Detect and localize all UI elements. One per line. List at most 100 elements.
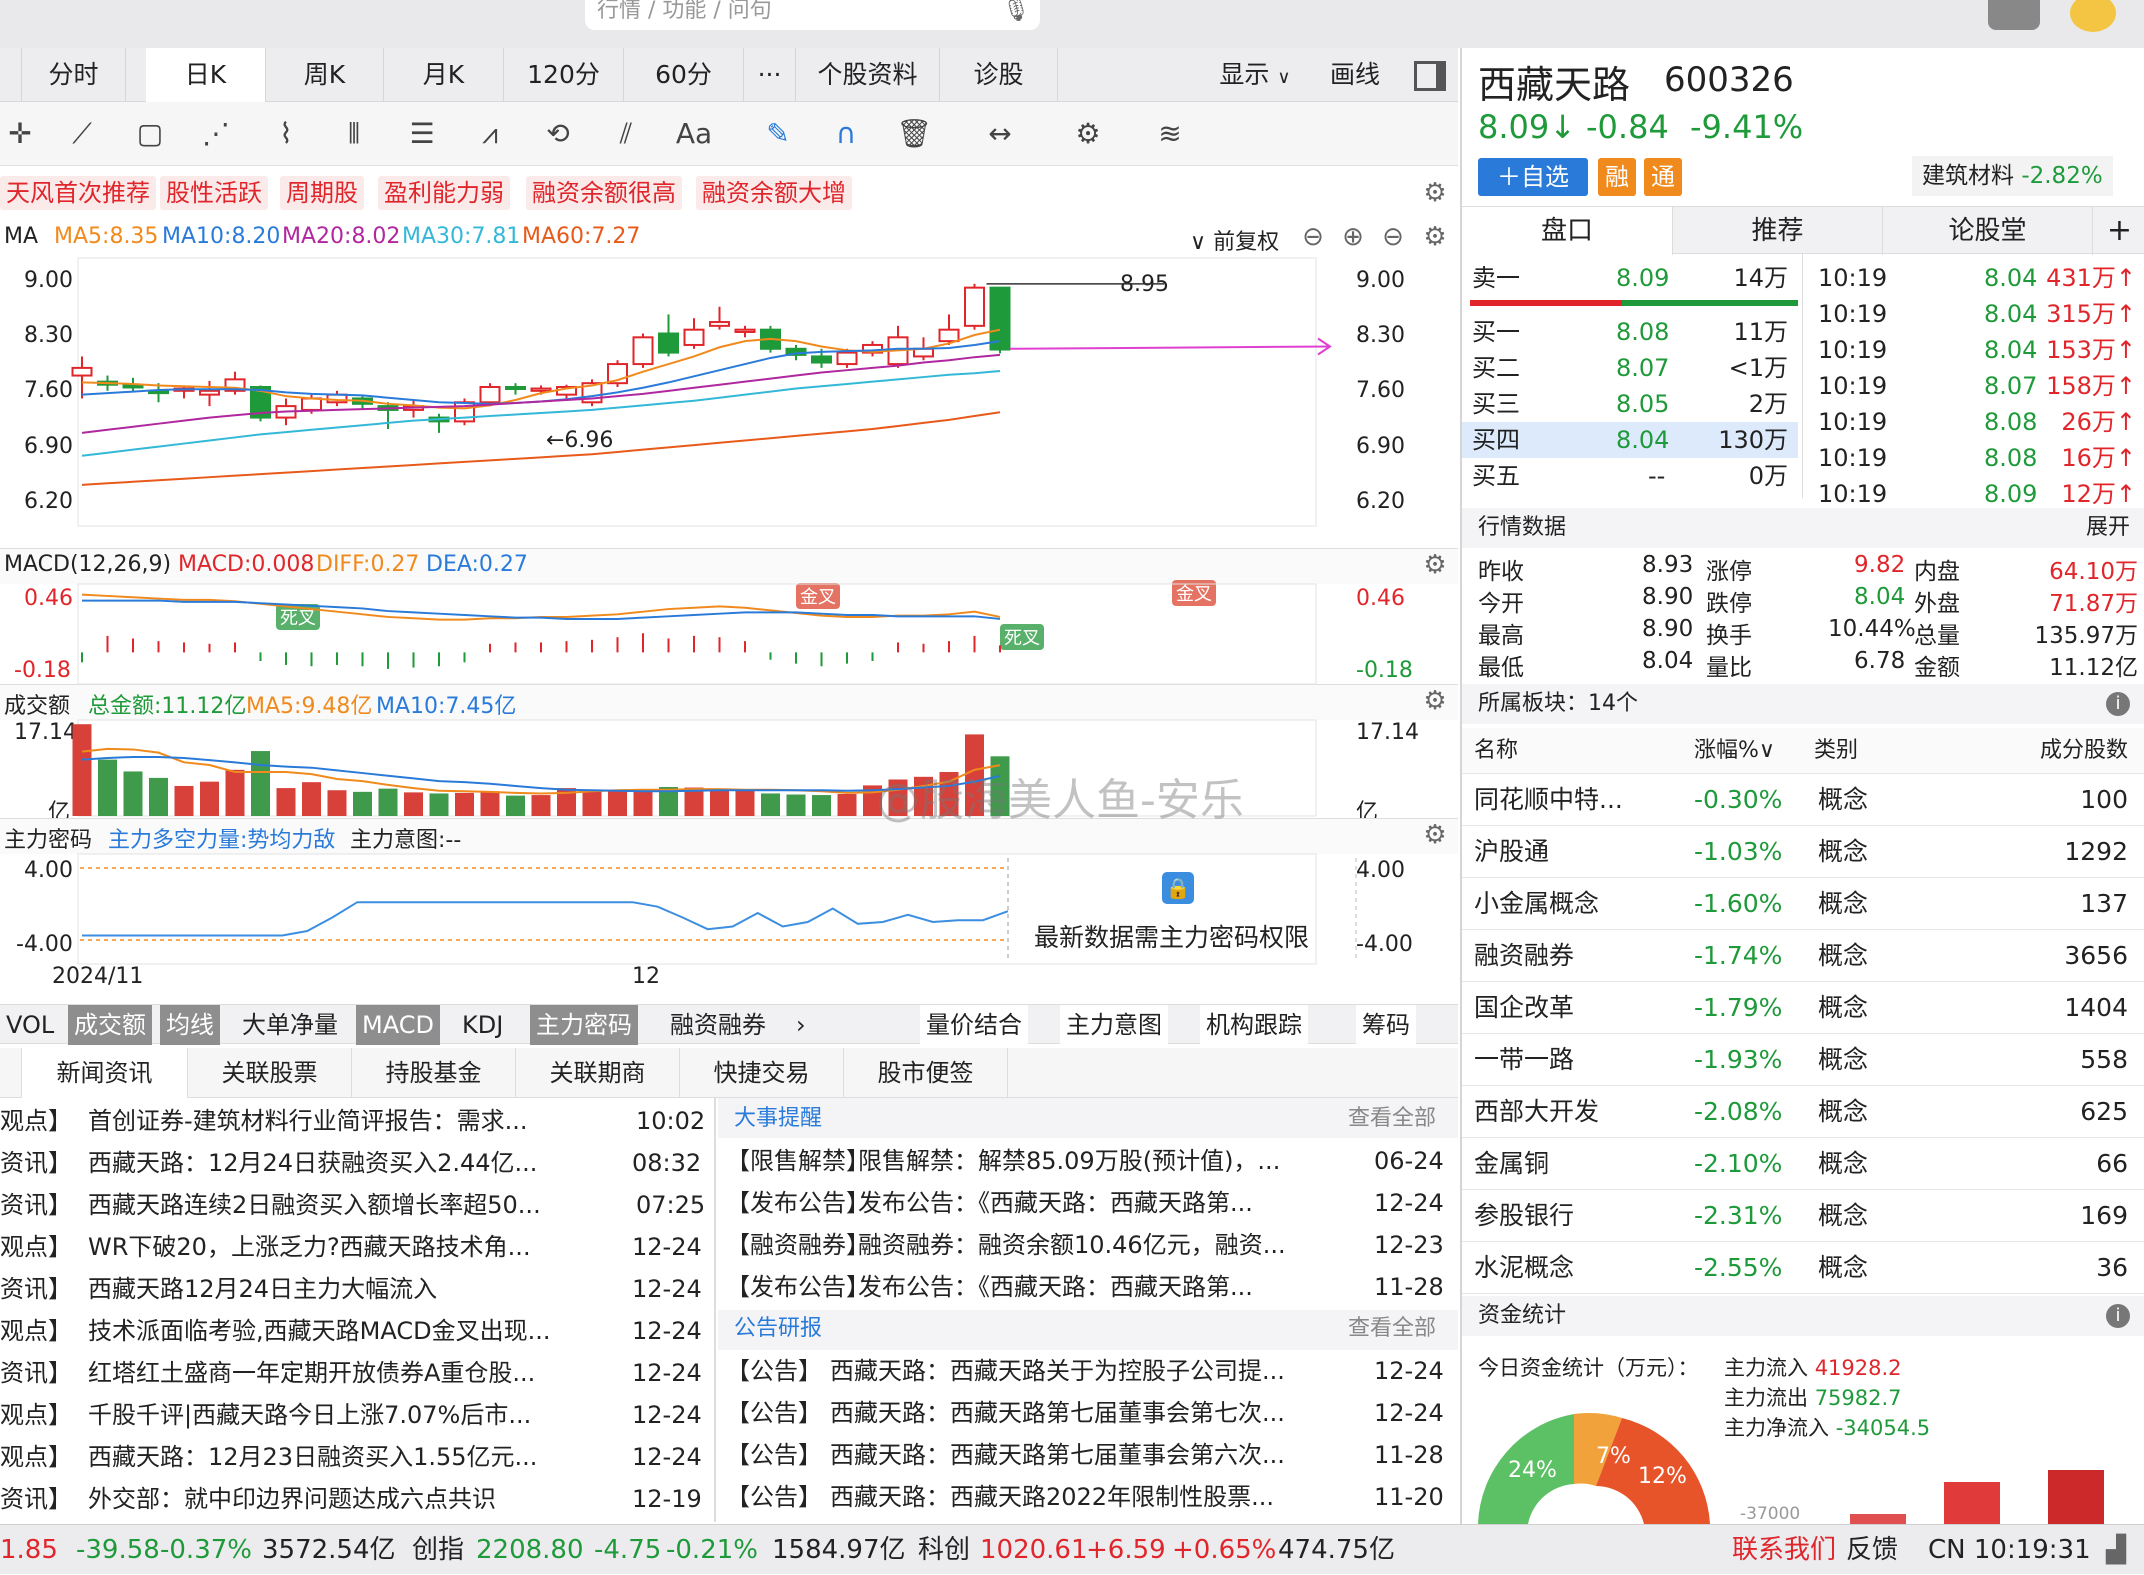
order-label: 买二 [1472, 354, 1520, 382]
tab-big-order[interactable]: 大单净量 [236, 1005, 344, 1045]
tab-macd[interactable]: MACD [356, 1005, 440, 1045]
tab-chips[interactable]: 筹码 [1356, 1005, 1416, 1045]
news-row[interactable]: 资讯】 西藏天路：12月24日获融资买入2.44亿... 08:32 [0, 1142, 712, 1184]
tab-institution[interactable]: 机构跟踪 [1200, 1005, 1308, 1045]
news-row[interactable]: 资讯】 西藏天路12月24日主力大幅流入 12-24 [0, 1268, 712, 1310]
chevron-right-icon[interactable]: › [790, 1005, 812, 1045]
plate-row[interactable]: 沪股通 -1.03% 概念 1292 [1462, 826, 2144, 878]
tab-intent[interactable]: 主力意图 [1060, 1005, 1168, 1045]
news-row[interactable]: 观点】 技术派面临考验,西藏天路MACD金叉出现... 12-24 [0, 1310, 712, 1352]
order-price: -- [1648, 462, 1666, 490]
stock-name: 西藏天路 [1478, 63, 1631, 107]
tick-price: 8.08 [1984, 408, 2038, 436]
news-row[interactable]: 观点】 WR下破20，上涨乏力?西藏天路技术角... 12-24 [0, 1226, 712, 1268]
donut-pct: 24% [1508, 1458, 1557, 1483]
watermark: @股海美人鱼-安乐 [876, 775, 1244, 826]
order-label: 买四 [1472, 426, 1520, 454]
tab-price-volume[interactable]: 量价结合 [920, 1005, 1028, 1045]
plate-row[interactable]: 一带一路 -1.93% 概念 558 [1462, 1034, 2144, 1086]
plate-row[interactable]: 金属铜 -2.10% 概念 66 [1462, 1138, 2144, 1190]
report-row[interactable]: 【公告】 西藏天路：西藏天路关于为控股子公司提... 12-24 [726, 1350, 1458, 1392]
news-sidebar-icon[interactable] [0, 1048, 22, 1098]
report-row[interactable]: 【公告】 西藏天路：西藏天路第七届董事会第七次... 12-24 [726, 1392, 1458, 1434]
col-pct[interactable]: 涨幅%∨ [1694, 728, 1775, 774]
plate-pct: -0.30% [1694, 785, 1783, 814]
tab-quick-trade[interactable]: 快捷交易 [680, 1048, 844, 1098]
quote-expand-link[interactable]: 展开 [2086, 508, 2130, 548]
col-type[interactable]: 类别 [1814, 728, 1858, 774]
shirt-icon[interactable] [1988, 0, 2040, 30]
quote-label: 最低 [1478, 655, 1524, 681]
contact-link[interactable]: 联系我们 [1732, 1525, 1836, 1575]
status-bar: 1.85 -39.58 -0.37% 3572.54亿 创指 2208.80 -… [0, 1524, 2144, 1574]
news-title: 技术派面临考验,西藏天路MACD金叉出现... [88, 1317, 551, 1345]
tab-orderbook[interactable]: 盘口 [1462, 207, 1672, 255]
plate-count: 100 [2080, 785, 2128, 814]
tab-funds[interactable]: 持股基金 [352, 1048, 516, 1098]
tab-vol[interactable]: VOL [0, 1005, 60, 1045]
col-count[interactable]: 成分股数 [2040, 728, 2128, 774]
plate-row[interactable]: 水泥概念 -2.55% 概念 36 [1462, 1242, 2144, 1294]
col-name[interactable]: 名称 [1474, 728, 1518, 774]
tab-forum[interactable]: 论股堂 [1882, 207, 2092, 255]
news-row[interactable]: 资讯】 西藏天路连续2日融资买入额增长率超50... 07:25 [0, 1184, 712, 1226]
volume-bar [404, 792, 423, 816]
reports-more-link[interactable]: 查看全部 [1348, 1308, 1436, 1350]
stock-price: 8.09↓ [1478, 108, 1577, 146]
plate-row[interactable]: 融资融券 -1.74% 概念 3656 [1462, 930, 2144, 982]
news-tag: 观点】 [0, 1443, 72, 1471]
star-pct: +0.65% [1172, 1535, 1277, 1565]
tab-notes[interactable]: 股市便签 [844, 1048, 1008, 1098]
news-row[interactable]: 资讯】 外交部：就中印边界问题达成六点共识 12-19 [0, 1478, 712, 1520]
plate-row[interactable]: 参股银行 -2.31% 概念 169 [1462, 1190, 2144, 1242]
tab-related-stocks[interactable]: 关联股票 [188, 1048, 352, 1098]
tab-futures[interactable]: 关联期商 [516, 1048, 680, 1098]
tab-margin[interactable]: 融资融券 [664, 1005, 772, 1045]
info-icon[interactable]: i [2106, 692, 2130, 716]
tick-time: 10:19 [1818, 480, 1888, 508]
order-volume: 14万 [1733, 264, 1788, 292]
event-row[interactable]: 【融资融券】 融资融券：融资余额10.46亿元，融资... 12-23 [726, 1224, 1458, 1266]
plate-row[interactable]: 小金属概念 -1.60% 概念 137 [1462, 878, 2144, 930]
event-title: 融资融券：融资余额10.46亿元，融资... [858, 1231, 1286, 1259]
plate-type: 概念 [1818, 1097, 1869, 1126]
feedback-link[interactable]: 反馈 [1846, 1525, 1898, 1575]
news-title: WR下破20，上涨乏力?西藏天路技术角... [88, 1233, 531, 1261]
quote-label: 涨停 [1706, 559, 1752, 585]
avatar[interactable] [2070, 0, 2116, 32]
tab-ma[interactable]: 均线 [160, 1005, 220, 1045]
sector-chip[interactable]: 建筑材料 -2.82% [1912, 156, 2113, 196]
news-row[interactable]: 观点】 西藏天路：12月23日融资买入1.55亿元... 12-24 [0, 1436, 712, 1478]
tab-kdj[interactable]: KDJ [456, 1005, 509, 1045]
connect-badge[interactable]: 通 [1644, 158, 1682, 196]
fund-net: 主力净流入 -34054.5 [1724, 1412, 1930, 1442]
report-row[interactable]: 【公告】 西藏天路：西藏天路第七届董事会第六次... 11-28 [726, 1434, 1458, 1476]
news-row[interactable]: 观点】 千股千评|西藏天路今日上涨7.07%后市... 12-24 [0, 1394, 712, 1436]
report-time: 12-24 [1374, 1357, 1444, 1385]
plate-row[interactable]: 国企改革 -1.79% 概念 1404 [1462, 982, 2144, 1034]
tab-recommend[interactable]: 推荐 [1672, 207, 1882, 255]
chinext-label[interactable]: 创指 [412, 1525, 464, 1575]
news-tag: 资讯】 [0, 1359, 72, 1387]
plate-row[interactable]: 西部大开发 -2.08% 概念 625 [1462, 1086, 2144, 1138]
plate-row[interactable]: 同花顺中特... -0.30% 概念 100 [1462, 774, 2144, 826]
news-row[interactable]: 资讯】 红塔红土盛商一年定期开放债券A重仓股... 12-24 [0, 1352, 712, 1394]
tab-amount[interactable]: 成交额 [68, 1005, 152, 1045]
tab-news[interactable]: 新闻资讯 [22, 1048, 188, 1098]
info-icon[interactable]: i [2106, 1304, 2130, 1328]
tab-mainforce[interactable]: 主力密码 [530, 1005, 638, 1045]
star-label[interactable]: 科创 [918, 1525, 970, 1575]
margin-badge[interactable]: 融 [1598, 158, 1636, 196]
chart-canvas[interactable] [0, 0, 1458, 1000]
news-row[interactable]: 观点】 首创证券-建筑材料行业简评报告：需求... 10:02 [0, 1100, 712, 1142]
event-row[interactable]: 【发布公告】 发布公告：《西藏天路：西藏天路第... 12-24 [726, 1182, 1458, 1224]
events-more-link[interactable]: 查看全部 [1348, 1098, 1436, 1140]
event-row[interactable]: 【发布公告】 发布公告：《西藏天路：西藏天路第... 11-28 [726, 1266, 1458, 1308]
report-row[interactable]: 【公告】 西藏天路：西藏天路2022年限制性股票... 11-20 [726, 1476, 1458, 1518]
fund-net-value: -34054.5 [1835, 1416, 1931, 1440]
add-tab-button[interactable]: + [2092, 207, 2144, 255]
candle-body [836, 351, 858, 366]
quote-label: 最高 [1478, 623, 1524, 649]
add-watchlist-button[interactable]: ＋自选 [1478, 158, 1588, 196]
event-row[interactable]: 【限售解禁】 限售解禁：解禁85.09万股(预计值)，... 06-24 [726, 1140, 1458, 1182]
